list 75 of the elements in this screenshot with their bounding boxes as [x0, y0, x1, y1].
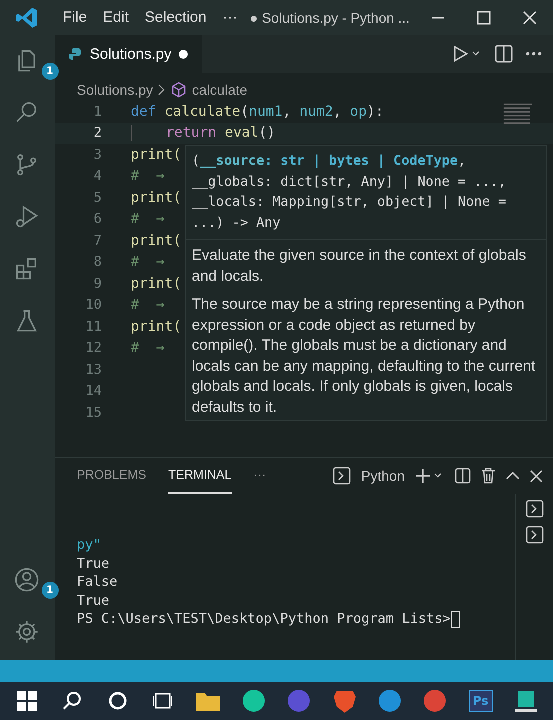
terminal-output: True: [77, 554, 111, 573]
line-number: 9: [92, 276, 102, 292]
documentation-text: The source may be a string representing a Python expression or a code object as returned by compile(). The globals must be a dictionary and locals can be any mapping, defaulting to the current globals and locals. If only globals is given, locals defaults to it.: [191, 295, 537, 418]
line-number: 8: [92, 254, 102, 270]
ring-icon[interactable]: [108, 691, 128, 711]
unsaved-dot-icon: [178, 50, 188, 58]
code-line: print(: [131, 190, 182, 206]
code-line: # →: [131, 297, 165, 314]
notification-badge: 1: [42, 63, 58, 80]
notification-badge: 1: [42, 582, 58, 599]
line-number: 4: [92, 168, 102, 184]
minimap-drawing: [503, 103, 533, 125]
line-number: 6: [92, 211, 102, 228]
line-number: 15: [84, 404, 102, 421]
terminal-prompt: PS C:\Users\TEST\Desktop\Python Program Lists>: [77, 610, 515, 628]
search-icon[interactable]: [62, 691, 82, 711]
panel-tab[interactable]: TERMINAL: [168, 458, 232, 494]
code-line: return eval(): [131, 125, 276, 142]
line-number: 1: [92, 104, 102, 120]
account-icon[interactable]: [14, 567, 40, 593]
blocks-icon[interactable]: [14, 256, 40, 282]
line-number: 13: [84, 362, 102, 378]
panel-tab[interactable]: PROBLEMS: [77, 458, 146, 494]
terminal-output: py": [77, 536, 102, 554]
menu-item[interactable]: Edit: [95, 9, 138, 26]
file-type-icon: [69, 47, 83, 61]
terminal-icon[interactable]: [526, 526, 544, 544]
terminal-name[interactable]: Python: [361, 468, 405, 484]
breadcrumb-symbol[interactable]: calculate: [192, 82, 248, 98]
terminal-output: False: [77, 573, 119, 592]
code-line: # →: [131, 254, 165, 270]
code-line: print(: [131, 146, 182, 163]
line-number: 14: [84, 383, 102, 400]
line-number: 10: [84, 297, 102, 314]
terminal-icon[interactable]: [526, 500, 544, 518]
line-number: 11: [84, 318, 102, 335]
line-number: 5: [92, 190, 102, 206]
shield-icon[interactable]: [334, 689, 356, 713]
app-icon[interactable]: Ps: [468, 690, 493, 712]
code-line: print(: [131, 318, 182, 335]
cube-icon: [171, 82, 188, 98]
code-line: # →: [131, 340, 165, 356]
trash-icon[interactable]: [481, 468, 496, 484]
chevron-up-icon[interactable]: [506, 471, 520, 481]
app-icon[interactable]: [514, 689, 538, 713]
menu-item[interactable]: Selection: [137, 9, 215, 26]
close-icon[interactable]: [530, 470, 543, 482]
line-number: 12: [84, 340, 102, 356]
window-title: ● Solutions.py - Python ...: [250, 10, 410, 26]
line-number: 3: [92, 146, 102, 163]
more-tabs-button[interactable]: ···: [254, 458, 266, 494]
documentation-text: Evaluate the given source in the context of globals and locals.: [191, 246, 528, 286]
task-view-icon[interactable]: [152, 691, 173, 711]
terminal-icon: [333, 467, 352, 485]
windows-icon[interactable]: [16, 691, 37, 711]
line-number: 7: [92, 232, 102, 249]
code-line: print(: [131, 232, 182, 249]
more-icon[interactable]: [525, 51, 543, 57]
code-line: # →: [131, 168, 165, 184]
function-signature: (__source: str | bytes | CodeType, __globals: dict[str, Any] | None = ..., __locals: Mapping[str, object] | None = ...) -> Any: [186, 146, 546, 240]
settings-icon[interactable]: [14, 619, 40, 645]
terminal-output: True: [77, 592, 111, 610]
chevron-icon: [158, 84, 166, 96]
code-line: def calculate(num1, num2, op):: [131, 104, 384, 120]
split-terminal-icon[interactable]: [455, 468, 471, 484]
split-editor-icon[interactable]: [495, 45, 513, 63]
menu-item[interactable]: File: [55, 9, 96, 26]
folder-icon[interactable]: [196, 691, 220, 711]
line-number: 2: [92, 125, 102, 142]
more-menu[interactable]: ···: [214, 9, 246, 26]
breadcrumb-file[interactable]: Solutions.py: [77, 82, 154, 98]
app-icon[interactable]: [242, 689, 266, 713]
code-line: # →: [131, 211, 165, 228]
editor-tab[interactable]: Solutions.py: [55, 35, 202, 73]
code-line: print(: [131, 276, 182, 292]
